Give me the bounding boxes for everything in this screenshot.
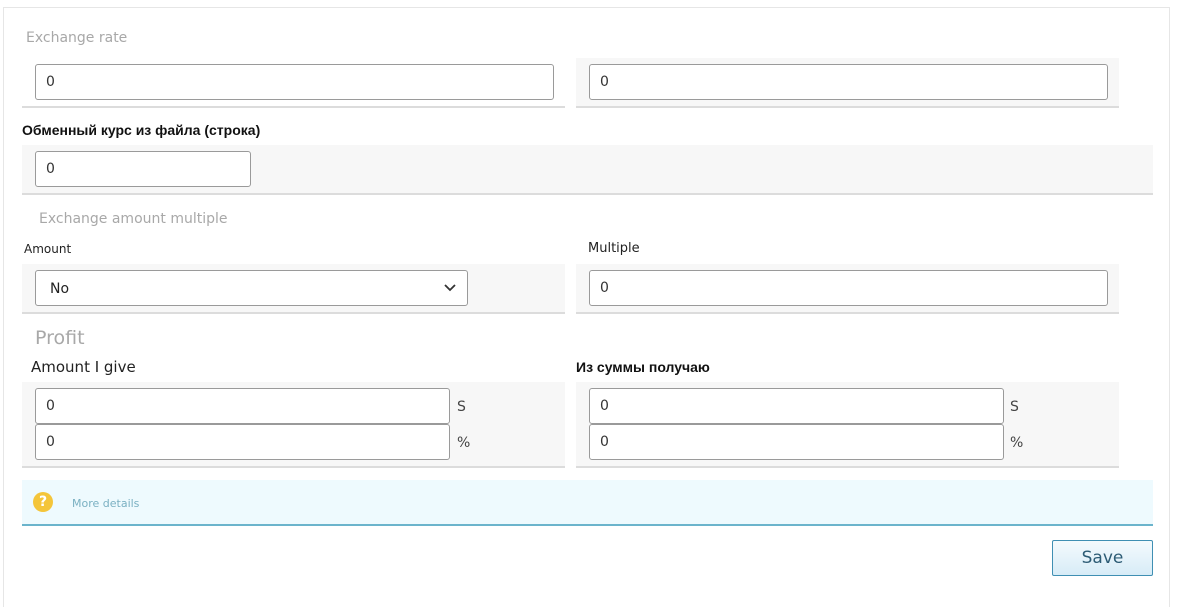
amount-select[interactable]: No [35, 270, 468, 306]
amount-multiple-title: Exchange amount multiple [39, 211, 228, 227]
amount-receive-label: Из суммы получаю [576, 359, 710, 375]
receive-amount-input[interactable] [589, 388, 1004, 424]
profit-title: Profit [35, 327, 85, 349]
exchange-rate-title: Exchange rate [26, 30, 128, 46]
amount-give-label: Amount I give [31, 358, 136, 376]
file-rate-label: Обменный курс из файла (строка) [22, 122, 261, 138]
receive-percent-input[interactable] [589, 424, 1004, 460]
amount-label: Amount [24, 242, 72, 256]
amount-select-value: No [50, 281, 70, 297]
receive-percent-unit: % [1010, 435, 1024, 451]
save-button[interactable]: Save [1052, 540, 1153, 576]
more-details-link[interactable]: More details [72, 497, 139, 510]
receive-amount-unit: S [1010, 399, 1019, 415]
give-percent-unit: % [457, 435, 471, 451]
info-bar: ? More details [22, 480, 1153, 526]
multiple-input[interactable] [589, 270, 1108, 306]
file-rate-input[interactable] [35, 151, 251, 187]
exchange-rate-input-1[interactable] [35, 64, 554, 100]
multiple-label: Multiple [588, 241, 640, 256]
chevron-down-icon [444, 284, 456, 292]
give-amount-unit: S [457, 399, 466, 415]
give-amount-input[interactable] [35, 388, 450, 424]
give-percent-input[interactable] [35, 424, 450, 460]
exchange-rate-input-2[interactable] [589, 64, 1108, 100]
question-icon[interactable]: ? [33, 492, 53, 512]
